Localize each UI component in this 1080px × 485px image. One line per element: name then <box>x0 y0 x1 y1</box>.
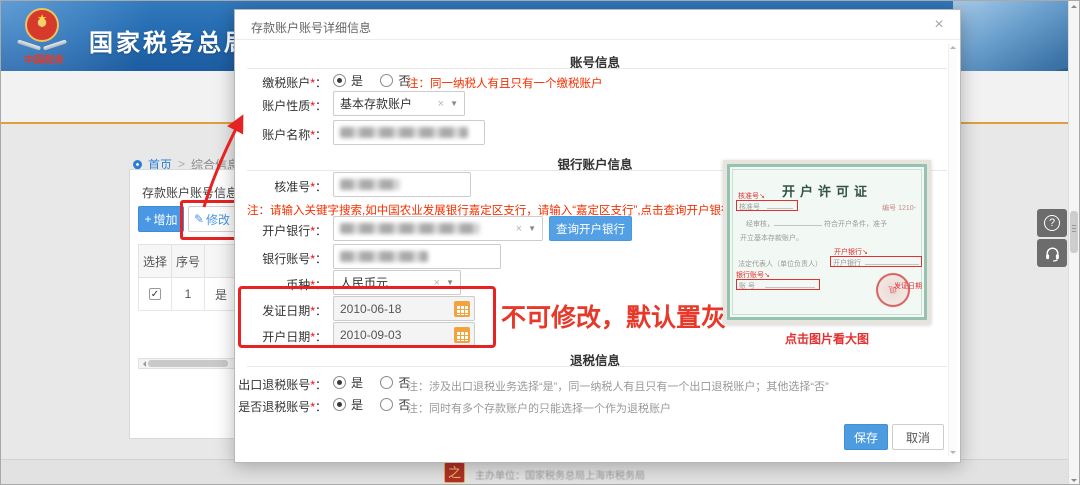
masked-value <box>340 127 468 138</box>
floating-toolbar: ? <box>1037 209 1067 269</box>
issue-date-input[interactable]: 2010-06-18 <box>333 296 475 321</box>
opening-bank-select[interactable]: × ▼ <box>333 216 543 241</box>
logo-caption: 中国税务 <box>14 51 74 66</box>
row-checkbox[interactable]: ✓ <box>149 288 161 300</box>
emblem-star-icon: ★ <box>27 14 57 25</box>
view-large-image-link[interactable]: 点击图片看大图 <box>723 330 931 347</box>
hscroll-thumb[interactable] <box>148 360 228 367</box>
horizontal-scrollbar[interactable] <box>138 358 236 369</box>
row-select-cell[interactable]: ✓ <box>139 278 172 311</box>
cert-approval-box: 核准号 <box>736 200 798 211</box>
tax-account-label: 缴税账户*： <box>235 74 327 91</box>
deposit-account-table: 选择 序号 ✓ 1 是 <box>138 244 238 311</box>
is-refund-no-radio[interactable] <box>380 398 393 411</box>
permit-image[interactable]: 开户许可证 核准号↘ 核准号 编号 1210- 经审核， 符合开户条件，准予 开… <box>723 160 931 324</box>
headset-icon <box>1044 245 1061 262</box>
cert-open-line: 开立基本存款账户。 <box>740 233 803 243</box>
tax-account-no-radio[interactable] <box>380 74 393 87</box>
save-button[interactable]: 保存 <box>844 424 888 450</box>
section-divider <box>247 366 947 367</box>
row-seq-cell: 1 <box>172 278 205 311</box>
not-editable-annotation: 不可修改，默认置灰 <box>501 298 726 334</box>
col-seq: 序号 <box>172 245 205 278</box>
row-flag-cell: 是 <box>205 278 238 311</box>
service-button[interactable] <box>1037 239 1067 267</box>
caret-down-icon: ▼ <box>450 99 458 108</box>
currency-select[interactable]: 人民币元 × ▼ <box>333 270 461 295</box>
col-select: 选择 <box>139 245 172 278</box>
tax-account-note: 注：同一纳税人有且只有一个缴税账户 <box>407 75 603 91</box>
add-button[interactable]: +增加 <box>138 206 184 232</box>
screenshot-root: ★ 中国税务 国家税务总局上海 首页 > 综合信息报告 存款账户账号信息 +增加… <box>0 0 1080 485</box>
section-divider <box>247 68 947 69</box>
account-nature-label: 账户性质*： <box>235 97 327 114</box>
pencil-icon: ✎ <box>194 212 204 226</box>
account-detail-dialog: 存款账户账号详细信息 × 账号信息 缴税账户*： 是 否 注：同一纳税人有且只有… <box>234 9 961 463</box>
cert-bank-box: 开户银行 <box>830 256 922 267</box>
edit-button[interactable]: ✎修改 <box>188 206 236 232</box>
cert-legal-line: 法定代表人（单位负责人） <box>738 259 822 269</box>
scroll-left-icon[interactable] <box>140 361 146 367</box>
scroll-up-icon[interactable] <box>1071 5 1077 8</box>
clear-icon[interactable]: × <box>438 98 444 110</box>
is-refund-label: 是否退税账号*： <box>235 398 327 415</box>
export-refund-note: 注：涉及出口退税业务选择“是”，同一纳税人有且只有一个出口退税账户；其他选择“否… <box>407 378 829 394</box>
cert-anno-issue: ←发证日期 <box>887 281 922 291</box>
export-refund-label: 出口退税账号*： <box>235 376 327 393</box>
bank-account-label: 银行账号*： <box>235 250 327 267</box>
masked-value <box>340 251 428 262</box>
masked-value <box>340 223 480 234</box>
permit-certificate: 开户许可证 核准号↘ 核准号 编号 1210- 经审核， 符合开户条件，准予 开… <box>727 164 927 320</box>
tax-account-yes-radio[interactable] <box>333 74 346 87</box>
account-name-input[interactable] <box>333 120 485 145</box>
col-cut <box>205 245 238 278</box>
export-refund-yes-radio[interactable] <box>333 376 346 389</box>
dialog-title: 存款账户账号详细信息 <box>251 19 371 36</box>
clear-icon[interactable]: × <box>434 277 440 289</box>
open-date-label: 开户日期*： <box>235 328 327 345</box>
footer-logo: 之 <box>444 462 465 483</box>
tax-emblem-icon: ★ <box>25 8 59 42</box>
table-header-row: 选择 序号 <box>139 245 238 278</box>
cancel-button[interactable]: 取消 <box>892 424 944 450</box>
approval-no-label: 核准号*： <box>235 178 327 195</box>
open-date-input[interactable]: 2010-09-03 <box>333 322 475 347</box>
calendar-icon[interactable] <box>454 301 470 317</box>
calendar-icon[interactable] <box>454 327 470 343</box>
is-refund-note: 注：同时有多个存款账户的只能选择一个作为退税账户 <box>407 400 671 416</box>
help-button[interactable]: ? <box>1037 209 1067 237</box>
close-icon[interactable]: × <box>930 16 948 34</box>
export-refund-no-radio[interactable] <box>380 376 393 389</box>
query-bank-button[interactable]: 查询开户银行 <box>549 216 632 241</box>
caret-down-icon: ▼ <box>528 224 536 233</box>
table-row[interactable]: ✓ 1 是 <box>139 278 238 311</box>
bank-account-input[interactable] <box>333 244 501 269</box>
masked-value <box>340 179 400 190</box>
account-nature-select[interactable]: 基本存款账户 × ▼ <box>333 91 465 116</box>
panel-title: 存款账户账号信息 <box>142 184 238 201</box>
vscroll-thumb[interactable] <box>1070 211 1078 253</box>
footer-text: 主办单位：国家税务总局上海市税务局 <box>475 467 645 482</box>
help-icon: ? <box>1044 215 1060 231</box>
account-name-label: 账户名称*： <box>235 126 327 143</box>
cert-account-box: 账 号 <box>736 279 820 290</box>
clear-icon[interactable]: × <box>516 223 522 235</box>
opening-bank-label: 开户银行*： <box>235 222 327 239</box>
cert-review-line: 经审核， 符合开户条件，准予 <box>746 219 887 229</box>
is-refund-yes-radio[interactable] <box>333 398 346 411</box>
dialog-scrollbar[interactable] <box>948 44 957 456</box>
dialog-titlebar: 存款账户账号详细信息 × <box>235 10 960 40</box>
scroll-down-icon[interactable] <box>1071 479 1077 482</box>
caret-down-icon: ▼ <box>446 278 454 287</box>
page-scrollbar[interactable] <box>1068 1 1079 485</box>
cert-serial: 编号 1210- <box>882 203 916 213</box>
plus-icon: + <box>144 212 151 226</box>
currency-label: 币种*： <box>235 276 327 293</box>
issue-date-label: 发证日期*： <box>235 302 327 319</box>
approval-no-input[interactable] <box>333 172 471 197</box>
